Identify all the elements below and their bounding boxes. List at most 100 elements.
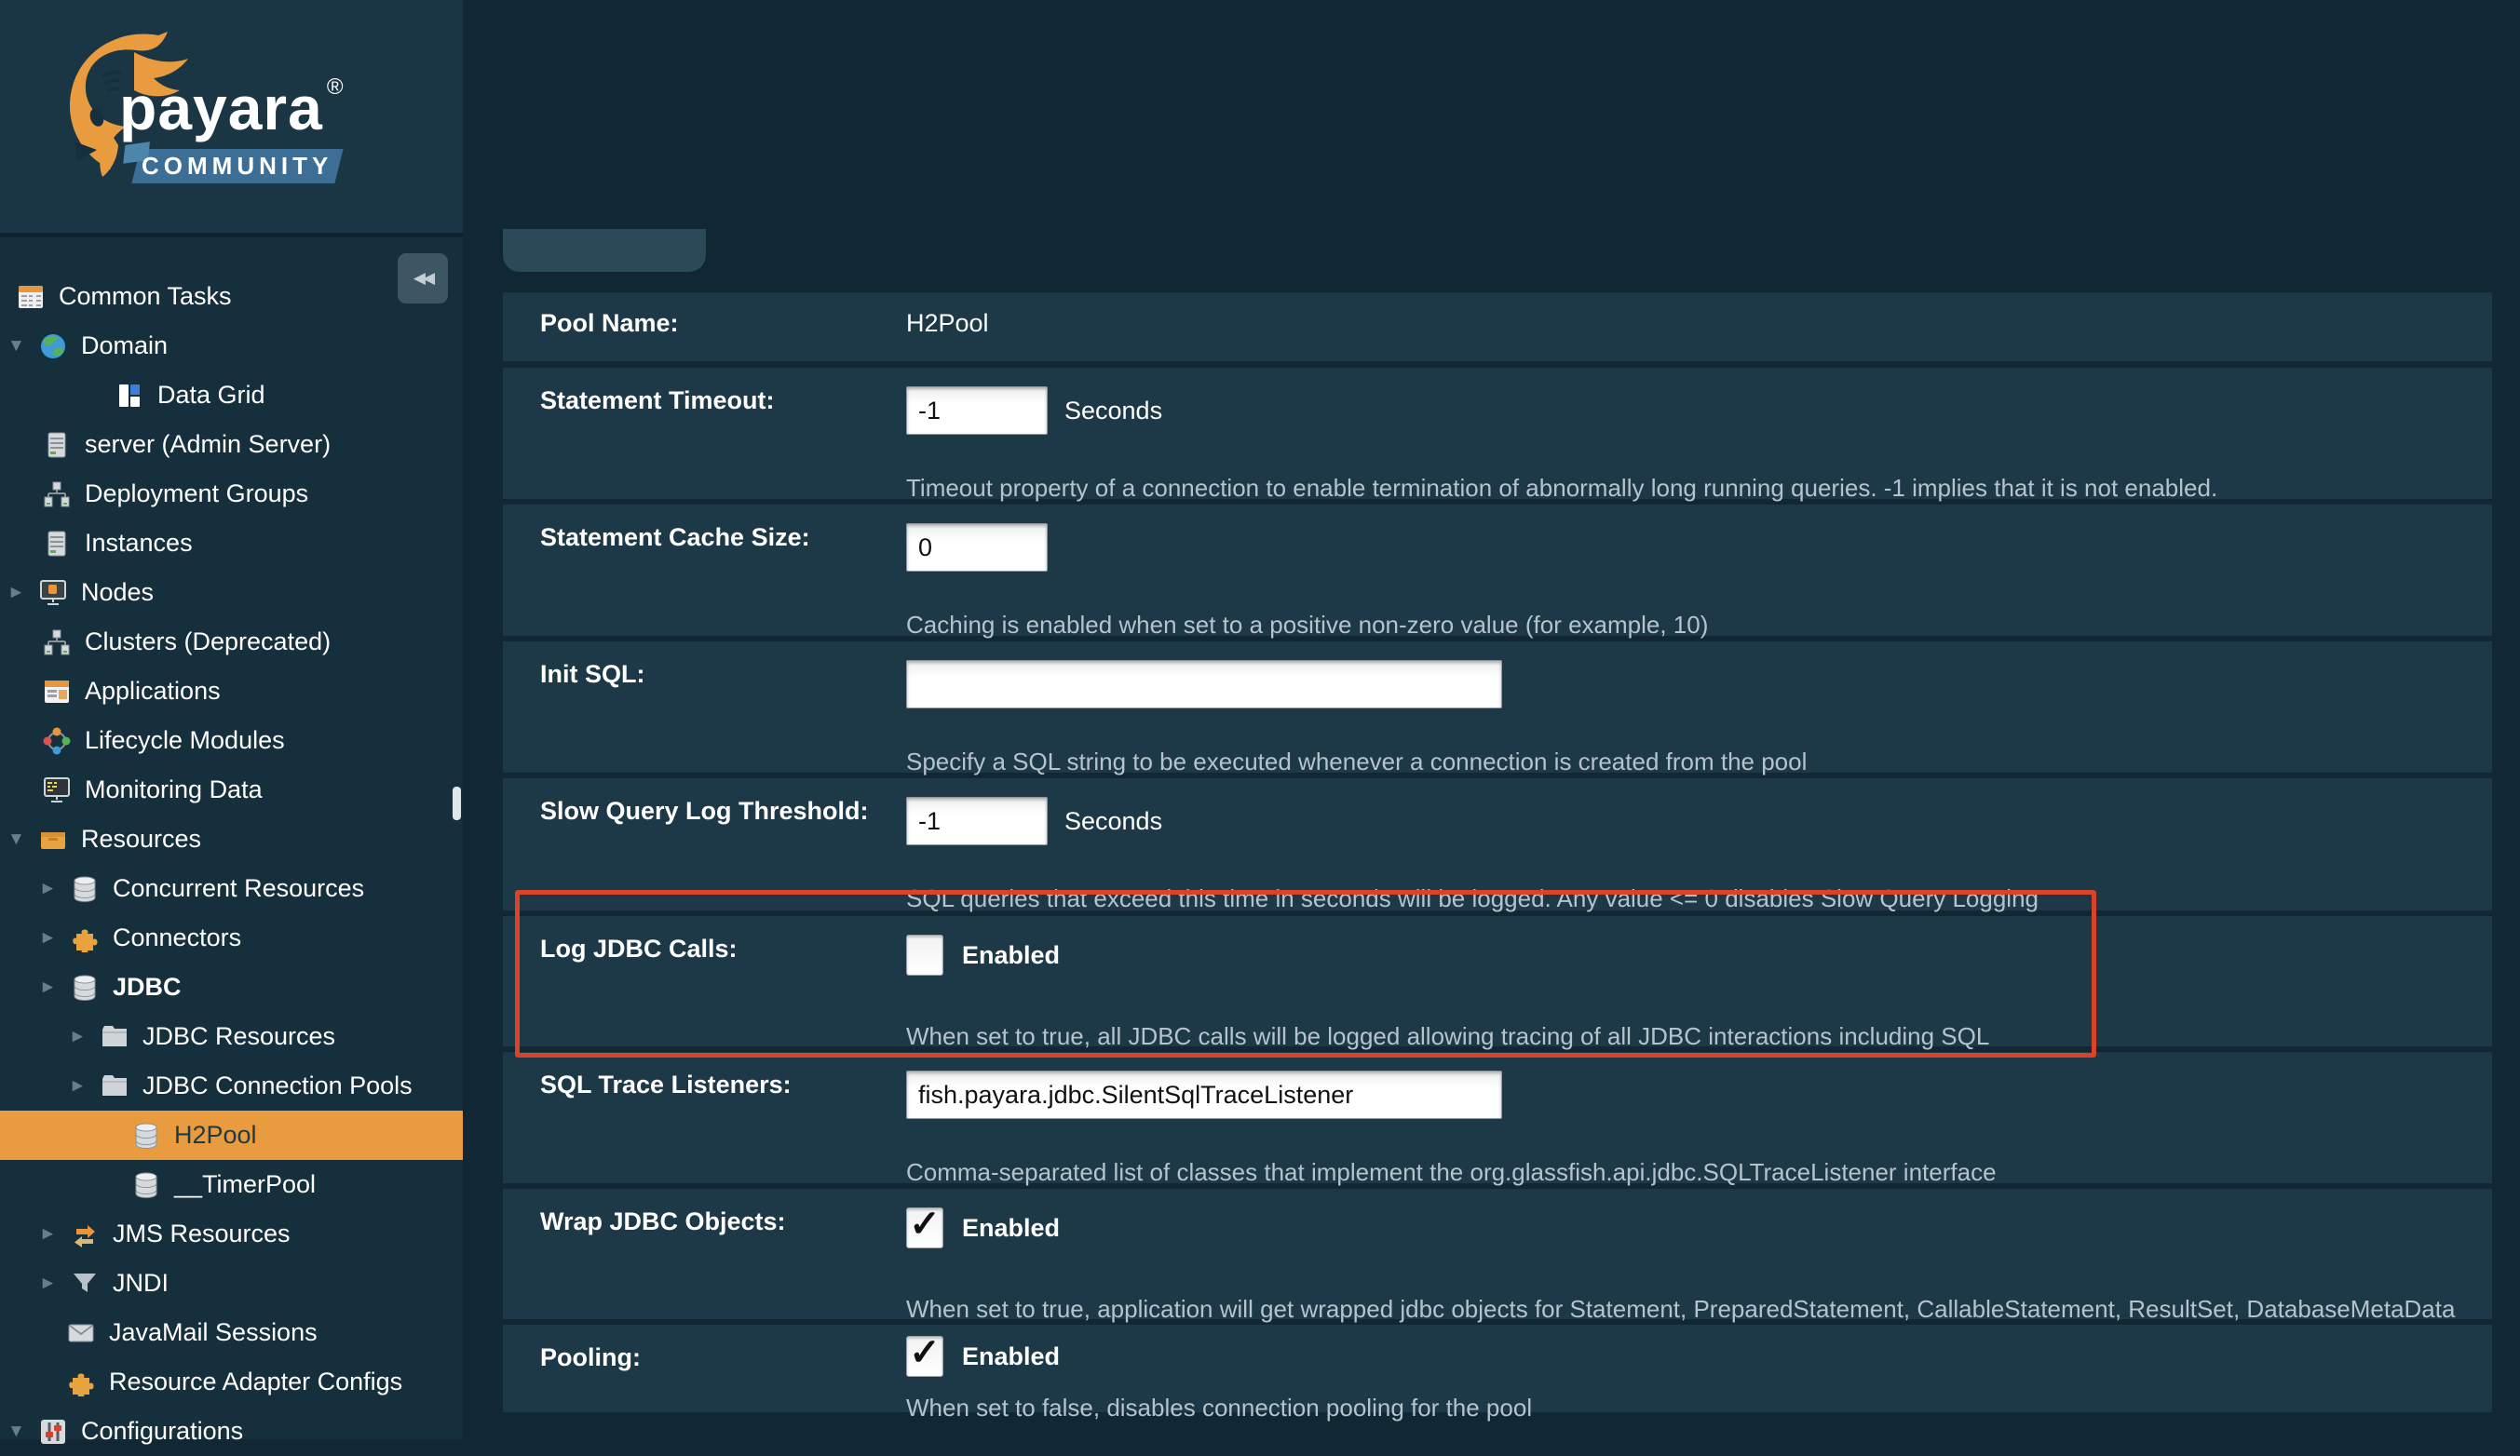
field-label: Wrap JDBC Objects: (540, 1207, 894, 1236)
sql-trace-listeners-input[interactable] (906, 1071, 1502, 1119)
sidebar-item-common-tasks[interactable]: Common Tasks (0, 272, 463, 321)
checkbox-label: Enabled (962, 1342, 1060, 1371)
window-icon (43, 678, 71, 706)
sidebar-item-javamail-sessions[interactable]: JavaMail Sessions (0, 1308, 463, 1357)
sidebar-item-monitoring-data[interactable]: Monitoring Data (0, 765, 463, 815)
community-ribbon: COMMUNITY (131, 149, 343, 183)
checkbox-label: Enabled (962, 1214, 1060, 1243)
lifecycle-icon (43, 727, 71, 755)
wrap-jdbc-objects-checkbox[interactable]: ✓ (906, 1207, 943, 1248)
brand-name: payara® (119, 73, 345, 143)
tree-toggle-icon[interactable]: ► (69, 1027, 101, 1047)
puzzle-icon (71, 924, 99, 952)
slow-query-log-threshold-input[interactable] (906, 797, 1048, 845)
sidebar-item-resources[interactable]: ▼ Resources (0, 815, 463, 864)
row-statement-timeout: Statement Timeout: ✓ Seconds Timeout pro… (503, 368, 2492, 499)
payara-logo: payara® COMMUNITY (0, 0, 463, 233)
sidebar-tree: Common Tasks ▼ Domain Data Grid server (… (0, 272, 463, 1456)
tree-toggle-icon[interactable]: ► (39, 1224, 71, 1245)
field-label: Slow Query Log Threshold: (540, 797, 894, 826)
tree-toggle-icon[interactable]: ► (39, 879, 71, 899)
statement-cache-size-input[interactable] (906, 523, 1048, 572)
checkmark-icon: ✓ (909, 1210, 941, 1238)
row-pooling: Pooling: ✓ Enabled When set to false, di… (503, 1325, 2492, 1412)
log-jdbc-calls-checkbox[interactable]: ✓ (906, 935, 943, 976)
unit-label: Seconds (1064, 397, 1162, 425)
help-text: When set to true, all JDBC calls will be… (906, 1022, 1989, 1051)
tree-icon (43, 480, 71, 508)
sidebar-item-data-grid[interactable]: Data Grid (0, 371, 463, 420)
sidebar-item-deployment-groups[interactable]: Deployment Groups (0, 469, 463, 519)
sidebar-item-clusters-deprecated[interactable]: Clusters (Deprecated) (0, 617, 463, 667)
database-icon (132, 1122, 160, 1150)
sidebar-item-configurations[interactable]: ▼ Configurations (0, 1407, 463, 1456)
divider (0, 233, 463, 237)
row-sql-trace-listeners: SQL Trace Listeners: ✓ Comma-separated l… (503, 1052, 2492, 1183)
field-label: Init SQL: (540, 660, 894, 689)
sidebar-item-jndi[interactable]: ► JNDI (0, 1259, 463, 1308)
row-pool-name: Pool Name: H2Pool ✓ (503, 292, 2492, 361)
tree-toggle-icon[interactable]: ► (69, 1076, 101, 1097)
globe-icon (39, 332, 67, 360)
sidebar-item-jdbc[interactable]: ► JDBC (0, 963, 463, 1012)
tree-toggle-icon[interactable]: ► (39, 1274, 71, 1294)
tree-toggle-icon[interactable]: ▼ (7, 1422, 39, 1442)
folder-icon (101, 1072, 129, 1100)
database-icon (71, 875, 99, 903)
sidebar-item-timerpool[interactable]: __TimerPool (0, 1160, 463, 1209)
help-text: When set to true, application will get w… (906, 1295, 2455, 1324)
sidebar-item-jdbc-connection-pools[interactable]: ► JDBC Connection Pools (0, 1061, 463, 1111)
pooling-checkbox[interactable]: ✓ (906, 1336, 943, 1377)
sidebar-scrollbar-thumb[interactable] (453, 787, 461, 820)
tree-toggle-icon[interactable]: ► (39, 977, 71, 998)
box-icon (39, 826, 67, 854)
field-label: Statement Cache Size: (540, 523, 894, 552)
row-wrap-jdbc-objects: Wrap JDBC Objects: ✓ Enabled When set to… (503, 1189, 2492, 1319)
row-slow-query-log-threshold: Slow Query Log Threshold: ✓ Seconds SQL … (503, 778, 2492, 910)
help-text: SQL queries that exceed this time in sec… (906, 884, 2039, 913)
monitor-play-icon (39, 579, 67, 607)
sidebar-item-lifecycle-modules[interactable]: Lifecycle Modules (0, 716, 463, 765)
tree-toggle-icon[interactable]: ► (7, 583, 39, 603)
checkmark-icon: ✓ (909, 1339, 941, 1367)
tree-toggle-icon[interactable]: ▼ (7, 336, 39, 357)
tree-toggle-icon[interactable]: ► (39, 928, 71, 949)
help-text: Specify a SQL string to be executed when… (906, 748, 1807, 776)
funnel-icon (71, 1270, 99, 1298)
pool-name-value: H2Pool (906, 309, 989, 338)
active-tab-stub[interactable] (503, 229, 706, 272)
field-label: Log JDBC Calls: (540, 935, 894, 964)
sidebar-item-domain[interactable]: ▼ Domain (0, 321, 463, 371)
help-text: Caching is enabled when set to a positiv… (906, 611, 1708, 640)
arrows-icon (71, 1220, 99, 1248)
database-icon (71, 974, 99, 1002)
sidebar-item-connectors[interactable]: ► Connectors (0, 913, 463, 963)
sidebar-item-instances[interactable]: Instances (0, 519, 463, 568)
sidebar-item-jms-resources[interactable]: ► JMS Resources (0, 1209, 463, 1259)
row-init-sql: Init SQL: ✓ Specify a SQL string to be e… (503, 641, 2492, 773)
statement-timeout-input[interactable] (906, 386, 1048, 435)
tree-icon (43, 628, 71, 656)
monitor-code-icon (43, 776, 71, 804)
row-log-jdbc-calls: Log JDBC Calls: ✓ Enabled When set to tr… (503, 916, 2492, 1046)
sidebar-item-h2pool[interactable]: H2Pool (0, 1111, 463, 1160)
field-label: Pooling: (540, 1343, 894, 1372)
sidebar-item-concurrent-resources[interactable]: ► Concurrent Resources (0, 864, 463, 913)
data-grid-icon (115, 382, 143, 410)
init-sql-input[interactable] (906, 660, 1502, 708)
sidebar-item-nodes[interactable]: ► Nodes (0, 568, 463, 617)
folder-icon (101, 1023, 129, 1051)
sidebar-item-applications[interactable]: Applications (0, 667, 463, 716)
puzzle-icon (67, 1368, 95, 1396)
sidebar-item-resource-adapter-configs[interactable]: Resource Adapter Configs (0, 1357, 463, 1407)
help-text: When set to false, disables connection p… (906, 1394, 1532, 1422)
server-icon (43, 530, 71, 558)
sidebar: payara® COMMUNITY ◀◀ Common Tasks ▼ Doma… (0, 0, 463, 1439)
tree-toggle-icon[interactable]: ▼ (7, 829, 39, 850)
sidebar-item-server-admin-server[interactable]: server (Admin Server) (0, 420, 463, 469)
field-label: Statement Timeout: (540, 386, 894, 415)
row-statement-cache-size: Statement Cache Size: ✓ Caching is enabl… (503, 505, 2492, 636)
database-icon (132, 1171, 160, 1199)
unit-label: Seconds (1064, 807, 1162, 836)
sidebar-item-jdbc-resources[interactable]: ► JDBC Resources (0, 1012, 463, 1061)
